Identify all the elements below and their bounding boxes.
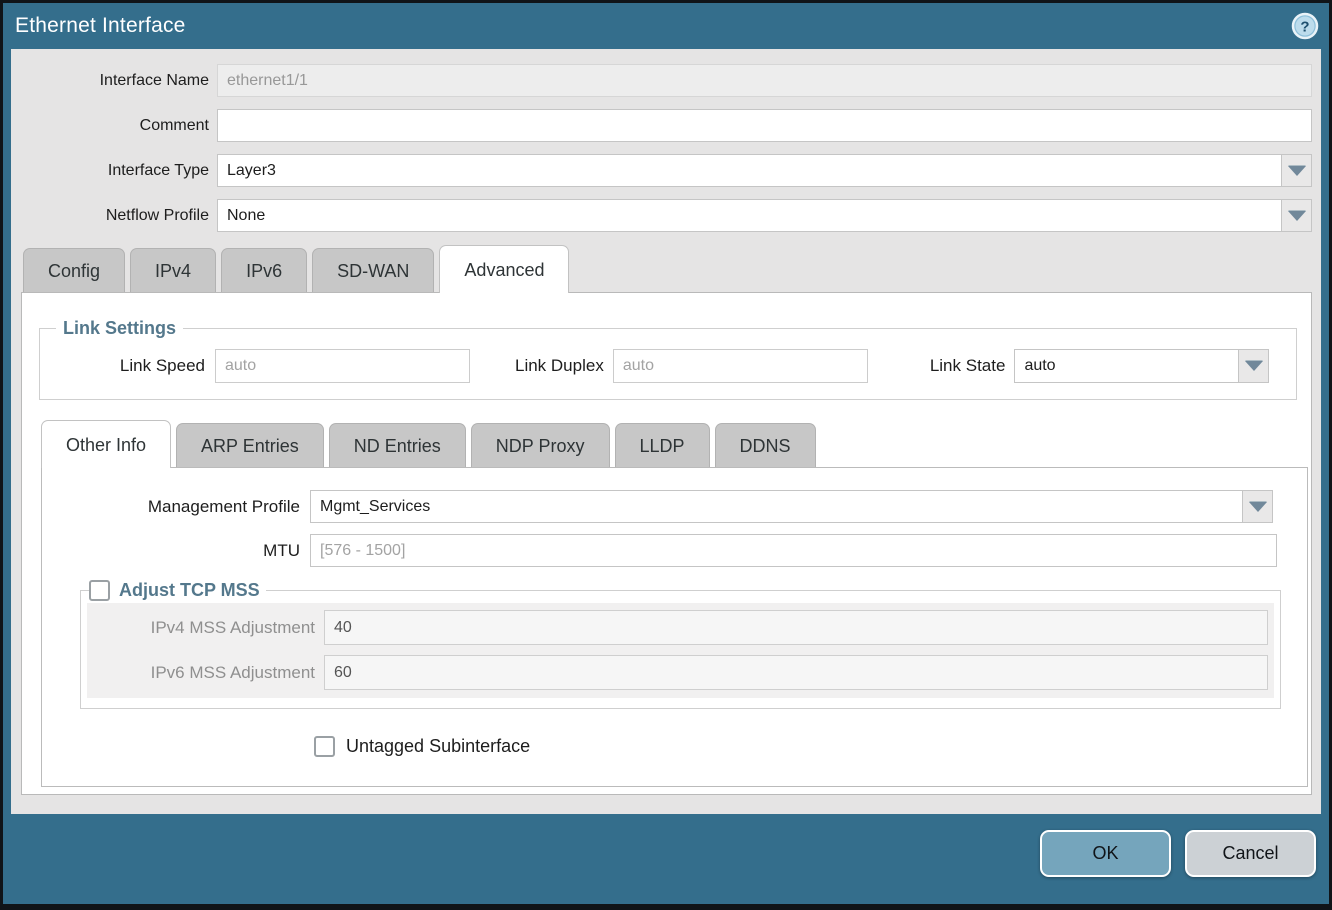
- tab-ddns[interactable]: DDNS: [715, 423, 816, 467]
- mtu-input[interactable]: [310, 534, 1277, 567]
- netflow-profile-select[interactable]: None: [217, 199, 1312, 232]
- tab-arp-entries[interactable]: ARP Entries: [176, 423, 324, 467]
- management-profile-dropdown-button[interactable]: [1242, 490, 1273, 523]
- chevron-down-icon: [1245, 361, 1263, 371]
- link-speed-input[interactable]: [215, 349, 470, 383]
- link-settings-row: Link Speed Link Duplex Link State auto: [50, 349, 1286, 383]
- tab-other-info[interactable]: Other Info: [41, 420, 171, 468]
- ipv6-mss-input: [324, 655, 1268, 690]
- chevron-down-icon: [1288, 166, 1306, 176]
- link-duplex-label: Link Duplex: [515, 356, 604, 376]
- link-state-label: Link State: [930, 356, 1006, 376]
- ethernet-interface-dialog: Ethernet Interface ? Interface Name Comm…: [3, 3, 1329, 904]
- dialog-title: Ethernet Interface: [15, 14, 186, 38]
- management-profile-select[interactable]: Mgmt_Services: [310, 490, 1273, 523]
- ipv4-mss-row: IPv4 MSS Adjustment: [87, 610, 1268, 645]
- tab-ipv6[interactable]: IPv6: [221, 248, 307, 292]
- link-state-value[interactable]: auto: [1014, 349, 1238, 383]
- interface-type-select[interactable]: Layer3: [217, 154, 1312, 187]
- tab-nd-entries[interactable]: ND Entries: [329, 423, 466, 467]
- comment-row: Comment: [13, 109, 1312, 142]
- dialog-titlebar: Ethernet Interface ?: [3, 3, 1329, 49]
- link-duplex-input[interactable]: [613, 349, 868, 383]
- interface-type-label: Interface Type: [13, 162, 209, 180]
- netflow-profile-row: Netflow Profile None: [13, 199, 1312, 232]
- link-speed-label: Link Speed: [50, 356, 205, 376]
- help-icon[interactable]: ?: [1291, 12, 1319, 40]
- link-state-dropdown-button[interactable]: [1238, 349, 1269, 383]
- comment-label: Comment: [13, 117, 209, 135]
- dialog-footer: OK Cancel: [3, 814, 1329, 904]
- ipv6-mss-row: IPv6 MSS Adjustment: [87, 655, 1268, 690]
- screenshot-frame: Ethernet Interface ? Interface Name Comm…: [0, 0, 1332, 910]
- adjust-tcp-mss-legend-row: Adjust TCP MSS: [89, 580, 266, 601]
- tab-config[interactable]: Config: [23, 248, 125, 292]
- interface-type-row: Interface Type Layer3: [13, 154, 1312, 187]
- interface-name-label: Interface Name: [13, 72, 209, 90]
- mss-disabled-block: IPv4 MSS Adjustment IPv6 MSS Adjustment: [87, 603, 1274, 698]
- interface-name-input: [217, 64, 1312, 97]
- mtu-row: MTU: [58, 534, 1291, 567]
- management-profile-label: Management Profile: [58, 497, 300, 517]
- untagged-subinterface-label: Untagged Subinterface: [346, 736, 530, 757]
- untagged-subinterface-checkbox[interactable]: [314, 736, 335, 757]
- mtu-label: MTU: [58, 541, 300, 561]
- advanced-tab-panel: Link Settings Link Speed Link Duplex Lin…: [21, 292, 1312, 795]
- management-profile-row: Management Profile Mgmt_Services: [58, 490, 1291, 523]
- interface-type-dropdown-button[interactable]: [1281, 154, 1312, 187]
- netflow-profile-label: Netflow Profile: [13, 207, 209, 225]
- netflow-profile-dropdown-button[interactable]: [1281, 199, 1312, 232]
- adjust-tcp-mss-fieldset: Adjust TCP MSS IPv4 MSS Adjustment IPv6 …: [80, 580, 1281, 709]
- link-settings-fieldset: Link Settings Link Speed Link Duplex Lin…: [39, 318, 1297, 400]
- chevron-down-icon: [1249, 502, 1267, 512]
- chevron-down-icon: [1288, 211, 1306, 221]
- interface-type-value[interactable]: Layer3: [217, 154, 1281, 187]
- tab-sdwan[interactable]: SD-WAN: [312, 248, 434, 292]
- ipv4-mss-input: [324, 610, 1268, 645]
- cancel-button[interactable]: Cancel: [1185, 830, 1316, 877]
- ipv6-mss-label: IPv6 MSS Adjustment: [87, 663, 315, 683]
- adjust-tcp-mss-checkbox[interactable]: [89, 580, 110, 601]
- tab-lldp[interactable]: LLDP: [615, 423, 710, 467]
- link-state-select[interactable]: auto: [1014, 349, 1269, 383]
- tab-ndp-proxy[interactable]: NDP Proxy: [471, 423, 610, 467]
- sub-tabstrip: Other Info ARP Entries ND Entries NDP Pr…: [36, 419, 1297, 467]
- adjust-tcp-mss-label: Adjust TCP MSS: [119, 580, 260, 601]
- management-profile-value[interactable]: Mgmt_Services: [310, 490, 1242, 523]
- tab-ipv4[interactable]: IPv4: [130, 248, 216, 292]
- tab-advanced[interactable]: Advanced: [439, 245, 569, 293]
- netflow-profile-value[interactable]: None: [217, 199, 1281, 232]
- main-tabstrip: Config IPv4 IPv6 SD-WAN Advanced: [13, 244, 1312, 292]
- link-settings-legend: Link Settings: [56, 318, 183, 339]
- untagged-subinterface-row: Untagged Subinterface: [314, 736, 1291, 757]
- interface-name-row: Interface Name: [13, 64, 1312, 97]
- ipv4-mss-label: IPv4 MSS Adjustment: [87, 618, 315, 638]
- ok-button[interactable]: OK: [1040, 830, 1171, 877]
- dialog-content: Interface Name Comment Interface Type La…: [11, 49, 1321, 814]
- svg-text:?: ?: [1300, 19, 1309, 36]
- comment-input[interactable]: [217, 109, 1312, 142]
- other-info-panel: Management Profile Mgmt_Services MTU: [41, 467, 1308, 787]
